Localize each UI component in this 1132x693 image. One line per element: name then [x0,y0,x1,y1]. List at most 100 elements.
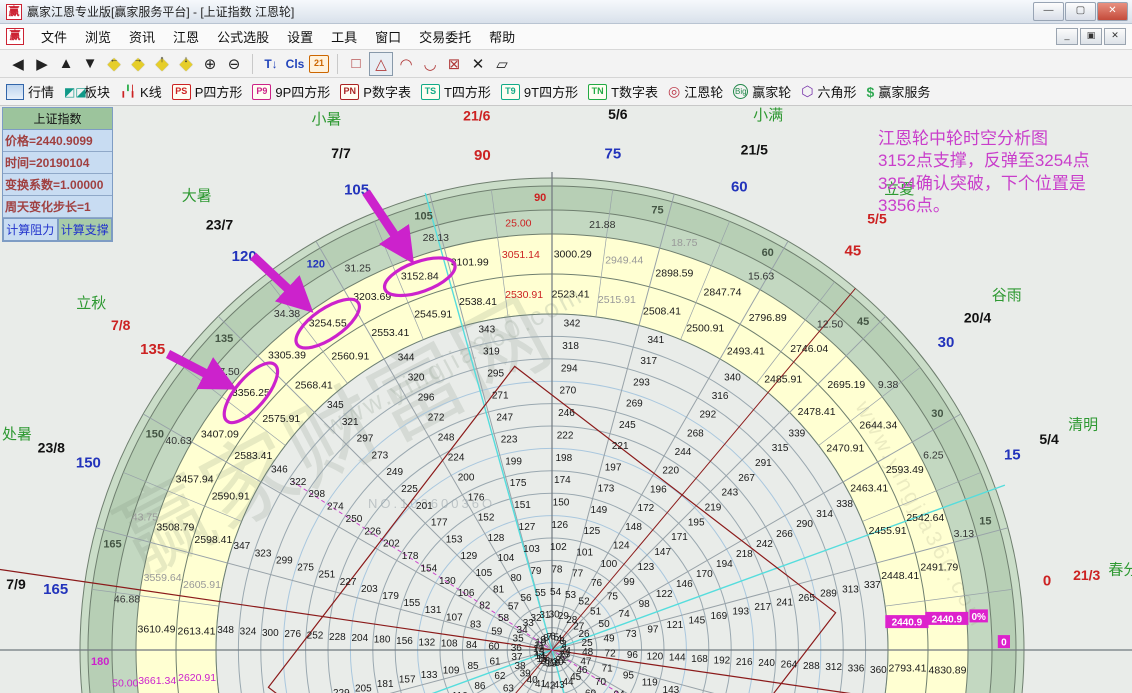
degree-label: 15 [1004,447,1021,464]
svg-text:205: 205 [355,683,372,693]
menu-item-5[interactable]: 设置 [278,24,322,49]
diamond-up-button[interactable]: ◆↑ [151,53,173,75]
toolbar-item-winner-service[interactable]: $赢家服务 [867,82,931,101]
toolbar-item-t-table[interactable]: TNT数字表 [588,82,658,101]
nav-down-button[interactable]: ▼ [79,53,101,75]
svg-text:179: 179 [382,591,399,602]
svg-text:181: 181 [377,679,394,690]
diamond-right-button[interactable]: ◆→ [127,53,149,75]
svg-text:342: 342 [564,319,581,330]
svg-text:12.50: 12.50 [817,319,843,331]
close-button[interactable]: ✕ [1097,2,1128,21]
svg-text:6.25: 6.25 [923,450,944,462]
xbox-tool-button[interactable]: ⊠ [443,53,465,75]
svg-text:45: 45 [857,316,869,328]
arc2-tool-button[interactable]: ◡ [419,53,441,75]
menu-item-2[interactable]: 资讯 [120,24,164,49]
svg-text:77: 77 [572,569,584,580]
svg-text:295: 295 [487,369,504,380]
svg-text:268: 268 [687,428,704,439]
cls-button[interactable]: Cls [284,53,306,75]
svg-text:270: 270 [560,386,577,397]
degree-label: 45 [845,243,862,260]
triangle-tool-button[interactable]: △ [369,52,393,76]
svg-text:340: 340 [724,372,741,383]
svg-text:90: 90 [534,192,546,204]
menu-item-7[interactable]: 窗口 [366,24,410,49]
svg-text:146: 146 [676,579,693,590]
menu-item-6[interactable]: 工具 [322,24,366,49]
mdi-close-button[interactable]: ✕ [1104,28,1126,45]
minimize-button[interactable]: — [1033,2,1064,21]
toolbar-item-p-square[interactable]: PSP四方形 [172,82,243,101]
calendar-button[interactable]: 21 [308,53,330,75]
calc-support-button[interactable]: 计算支撑 [58,218,113,241]
toolbar-item-p-table[interactable]: PNP数字表 [340,82,411,101]
svg-text:3508.79: 3508.79 [156,522,194,534]
svg-text:3559.64: 3559.64 [144,572,182,584]
svg-text:99: 99 [624,577,636,588]
svg-text:69: 69 [585,689,597,693]
toolbar-item-t-square[interactable]: TST四方形 [421,82,491,101]
move-tool-button[interactable]: ✕ [467,53,489,75]
t-down-button[interactable]: T↓ [260,53,282,75]
svg-text:322: 322 [290,477,307,488]
svg-text:2898.59: 2898.59 [655,267,693,279]
zoom-out-button[interactable]: ⊖ [223,53,245,75]
nav-up-button[interactable]: ▲ [55,53,77,75]
menu-item-3[interactable]: 江恩 [164,24,208,49]
window-title: 赢家江恩专业版[赢家服务平台] - [上证指数 江恩轮] [27,3,294,20]
svg-text:152: 152 [478,513,495,524]
svg-text:360: 360 [870,665,887,676]
nav-right-button[interactable]: ▶ [31,53,53,75]
nav-down-icon: ▼ [83,55,98,72]
date-label: 5/6 [608,106,628,122]
svg-text:3152.84: 3152.84 [401,271,439,283]
toolbar-item-quotes[interactable]: 行情 [6,82,54,101]
parameter-row-2: 变换系数=1.00000 [3,174,112,196]
toolbar-item-hexagon[interactable]: ⬡六角形 [801,82,856,101]
restore-button[interactable]: ▢ [1065,2,1096,21]
select-tool-button[interactable]: ▱ [491,53,513,75]
rect-tool-button[interactable]: □ [345,53,367,75]
winner-service-label: 赢家服务 [878,82,930,101]
nav-left-button[interactable]: ◀ [7,53,29,75]
svg-text:196: 196 [650,484,667,495]
menu-item-9[interactable]: 帮助 [480,24,524,49]
menu-item-4[interactable]: 公式选股 [208,24,278,49]
svg-text:246: 246 [558,408,575,419]
menu-item-0[interactable]: 文件 [32,24,76,49]
toolbar-item-sectors[interactable]: ◩◪板块 [64,82,110,101]
svg-text:9.38: 9.38 [878,379,899,391]
svg-text:51: 51 [590,606,602,617]
svg-text:119: 119 [642,678,658,689]
diamond-down-button[interactable]: ◆↓ [175,53,197,75]
svg-text:336: 336 [848,664,865,675]
mdi-restore-button[interactable]: ▣ [1080,28,1102,45]
svg-text:2491.79: 2491.79 [920,562,958,574]
svg-text:124: 124 [613,540,630,551]
svg-text:249: 249 [386,467,403,478]
toolbar-item-p9-square[interactable]: P99P四方形 [252,82,330,101]
solar-term-label: 大暑 [182,187,212,204]
solar-term-label: 小满 [753,107,783,124]
svg-text:120: 120 [307,259,325,271]
hexagon-icon: ⬡ [801,83,813,100]
mdi-minimize-button[interactable]: _ [1056,28,1078,45]
toolbar-item-gann-wheel[interactable]: ◎江恩轮 [668,82,723,101]
annotation-line-2: 3254确认突破，下个位置是 [878,173,1130,195]
app-icon: 赢 [6,4,22,20]
svg-text:300: 300 [262,628,279,639]
menu-item-8[interactable]: 交易委托 [410,24,480,49]
toolbar-item-kline[interactable]: ╻╹╽K线 [120,82,162,101]
zoom-in-button[interactable]: ⊕ [199,53,221,75]
diamond-left-button[interactable]: ◆← [103,53,125,75]
svg-text:2560.91: 2560.91 [331,351,369,363]
menu-item-1[interactable]: 浏览 [76,24,120,49]
svg-text:3.13: 3.13 [954,528,975,540]
arc-tool-button[interactable]: ◠ [395,53,417,75]
toolbar-item-t9-square[interactable]: T99T四方形 [501,82,578,101]
calc-resistance-button[interactable]: 计算阻力 [3,218,58,241]
svg-text:293: 293 [633,377,650,388]
toolbar-item-winner-wheel[interactable]: Big赢家轮 [733,82,791,101]
